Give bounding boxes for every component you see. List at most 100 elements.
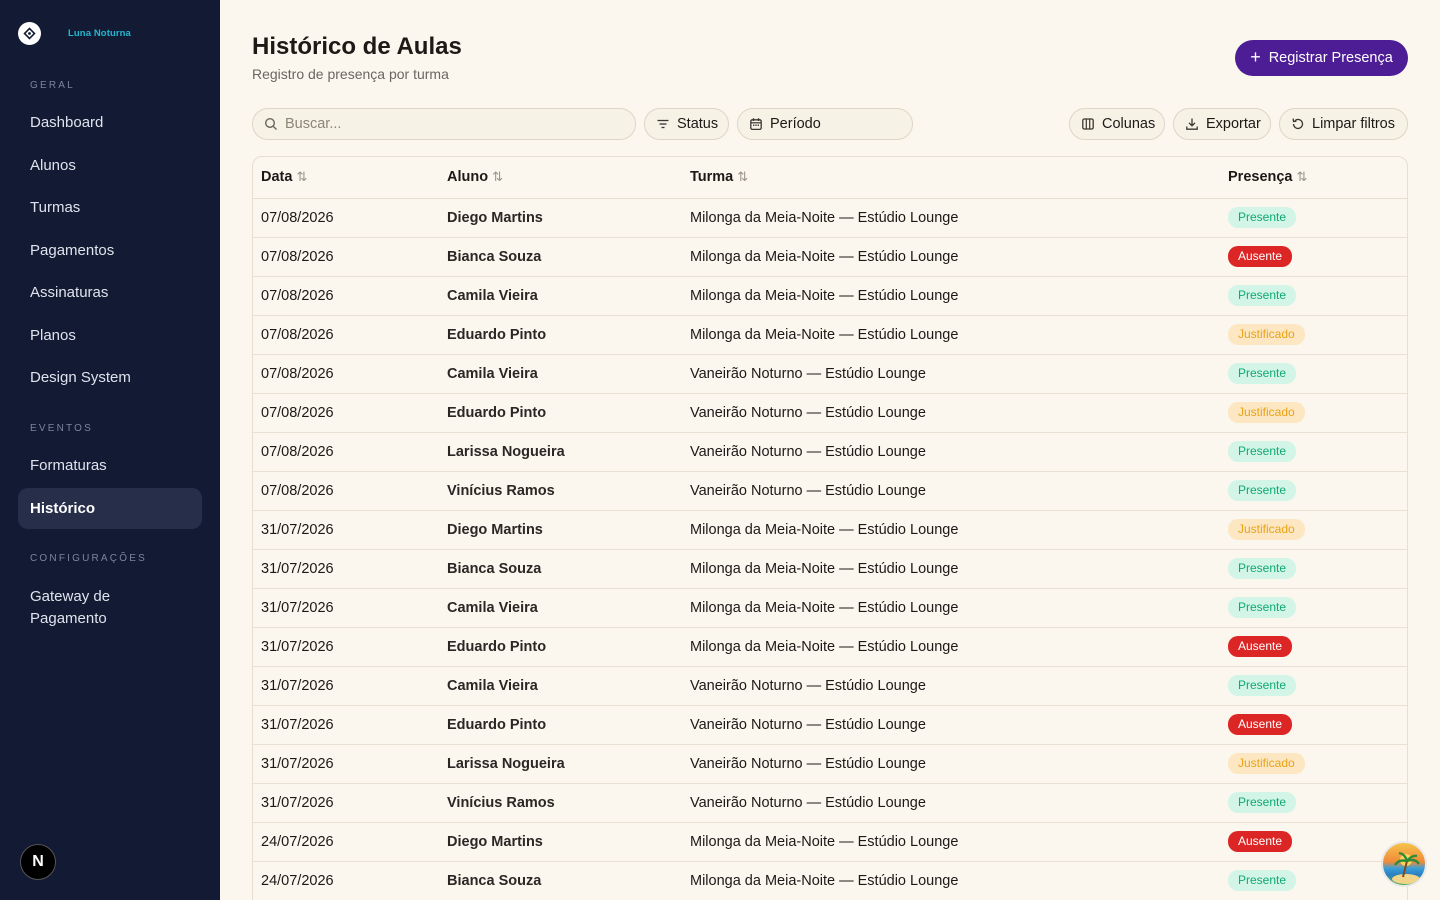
status-badge: Presente <box>1228 441 1297 462</box>
cell-aluno: Vinícius Ramos <box>439 471 682 511</box>
table-row[interactable]: 31/07/2026 Vinícius Ramos Vaneirão Noturno… <box>253 783 1407 823</box>
page-title: Histórico de Aulas <box>252 33 462 60</box>
cell-presenca: Presente <box>1220 198 1407 238</box>
table-row[interactable]: 31/07/2026 Diego Martins Milonga da Meia-N… <box>253 510 1407 550</box>
periodo-filter-button[interactable]: Período <box>737 108 913 140</box>
cell-aluno: Bianca Souza <box>439 549 682 589</box>
table-header-row: Data ⇅ Aluno ⇅ Turma ⇅ Presença ⇅ <box>253 157 1407 199</box>
colunas-button[interactable]: Colunas <box>1069 108 1165 140</box>
columns-icon <box>1082 118 1094 130</box>
exportar-label: Exportar <box>1206 116 1261 132</box>
cell-presenca: Ausente <box>1220 627 1407 667</box>
table-row[interactable]: 07/08/2026 Eduardo Pinto Vaneirão Noturno … <box>253 393 1407 433</box>
cell-data: 31/07/2026 <box>253 588 439 628</box>
cell-turma: Milonga da Meia-Noite — Estúdio Lounge <box>682 276 1220 316</box>
cell-turma: Vaneirão Noturno — Estúdio Lounge <box>682 432 1220 472</box>
search-input[interactable] <box>285 116 605 132</box>
column-header-data[interactable]: Data ⇅ <box>253 157 439 199</box>
cell-data: 31/07/2026 <box>253 744 439 784</box>
table-row[interactable]: 07/08/2026 Camila Vieira Vaneirão Noturno … <box>253 354 1407 394</box>
status-badge: Presente <box>1228 363 1297 384</box>
cell-data: 07/08/2026 <box>253 354 439 394</box>
search-box[interactable] <box>252 108 636 140</box>
table-row[interactable]: 07/08/2026 Larissa Nogueira Vaneirão Notur… <box>253 432 1407 472</box>
status-filter-button[interactable]: Status <box>644 108 729 140</box>
cell-turma: Vaneirão Noturno — Estúdio Lounge <box>682 744 1220 784</box>
status-badge: Ausente <box>1228 246 1293 267</box>
sidebar-item-dashboard[interactable]: Dashboard <box>18 102 202 143</box>
sort-icon: ⇅ <box>737 169 749 185</box>
filter-icon <box>657 119 669 129</box>
table-row[interactable]: 31/07/2026 Eduardo Pinto Vaneirão Noturno … <box>253 705 1407 745</box>
table-row[interactable]: 24/07/2026 Bianca Souza Milonga da Meia-No… <box>253 861 1407 900</box>
table-row[interactable]: 24/07/2026 Diego Martins Milonga da Meia-N… <box>253 822 1407 862</box>
cell-presenca: Ausente <box>1220 822 1407 862</box>
cell-data: 07/08/2026 <box>253 237 439 277</box>
cell-turma: Milonga da Meia-Noite — Estúdio Lounge <box>682 237 1220 277</box>
column-header-aluno[interactable]: Aluno ⇅ <box>439 157 682 199</box>
status-filter-label: Status <box>677 116 719 132</box>
status-badge: Presente <box>1228 870 1297 891</box>
n-badge-icon[interactable]: N <box>20 844 56 880</box>
sidebar: Luna Noturna GERAL Dashboard Alunos Turm… <box>0 0 220 900</box>
cell-turma: Milonga da Meia-Noite — Estúdio Lounge <box>682 588 1220 628</box>
status-badge: Presente <box>1228 285 1297 306</box>
cell-presenca: Presente <box>1220 549 1407 589</box>
brand-logo-icon <box>18 22 41 45</box>
cell-presenca: Ausente <box>1220 705 1407 745</box>
sort-icon: ⇅ <box>296 169 308 185</box>
nav-section-configuracoes: CONFIGURAÇÕES <box>30 553 147 564</box>
user-avatar[interactable] <box>1381 841 1427 887</box>
registrar-presenca-label: Registrar Presença <box>1268 50 1393 66</box>
table-row[interactable]: 31/07/2026 Bianca Souza Milonga da Meia-No… <box>253 549 1407 589</box>
limpar-filtros-button[interactable]: Limpar filtros <box>1279 108 1408 140</box>
column-header-presenca[interactable]: Presença ⇅ <box>1220 157 1407 199</box>
sidebar-item-historico[interactable]: Histórico <box>18 488 202 529</box>
cell-aluno: Camila Vieira <box>439 354 682 394</box>
sidebar-item-gateway-pagamento[interactable]: Gateway de Pagamento <box>18 584 202 632</box>
table-row[interactable]: 07/08/2026 Camila Vieira Milonga da Meia-N… <box>253 276 1407 316</box>
cell-data: 31/07/2026 <box>253 627 439 667</box>
sidebar-item-formaturas[interactable]: Formaturas <box>18 445 202 486</box>
sidebar-item-planos[interactable]: Planos <box>18 315 202 356</box>
cell-aluno: Camila Vieira <box>439 276 682 316</box>
status-badge: Justificado <box>1228 324 1305 345</box>
sidebar-item-alunos[interactable]: Alunos <box>18 145 202 186</box>
cell-presenca: Presente <box>1220 588 1407 628</box>
table-row[interactable]: 31/07/2026 Eduardo Pinto Milonga da Meia-N… <box>253 627 1407 667</box>
sidebar-item-pagamentos[interactable]: Pagamentos <box>18 230 202 271</box>
historico-table: Data ⇅ Aluno ⇅ Turma ⇅ Presença ⇅ 07/08/2026… <box>252 156 1408 900</box>
table-row[interactable]: 07/08/2026 Bianca Souza Milonga da Meia-No… <box>253 237 1407 277</box>
column-header-turma[interactable]: Turma ⇅ <box>682 157 1220 199</box>
download-icon <box>1186 118 1198 130</box>
registrar-presenca-button[interactable]: + Registrar Presença <box>1235 40 1408 76</box>
cell-aluno: Diego Martins <box>439 198 682 238</box>
brand[interactable]: Luna Noturna <box>18 22 131 45</box>
table-row[interactable]: 07/08/2026 Diego Martins Milonga da Meia-N… <box>253 198 1407 238</box>
sidebar-item-turmas[interactable]: Turmas <box>18 187 202 228</box>
status-badge: Ausente <box>1228 636 1293 657</box>
status-badge: Presente <box>1228 558 1297 579</box>
sidebar-item-assinaturas[interactable]: Assinaturas <box>18 272 202 313</box>
table-row[interactable]: 31/07/2026 Camila Vieira Vaneirão Noturno … <box>253 666 1407 706</box>
cell-data: 24/07/2026 <box>253 822 439 862</box>
cell-turma: Vaneirão Noturno — Estúdio Lounge <box>682 393 1220 433</box>
table-row[interactable]: 31/07/2026 Larissa Nogueira Vaneirão Notur… <box>253 744 1407 784</box>
cell-presenca: Justificado <box>1220 744 1407 784</box>
table-row[interactable]: 31/07/2026 Camila Vieira Milonga da Meia-N… <box>253 588 1407 628</box>
cell-data: 31/07/2026 <box>253 705 439 745</box>
cell-turma: Milonga da Meia-Noite — Estúdio Lounge <box>682 510 1220 550</box>
cell-aluno: Larissa Nogueira <box>439 432 682 472</box>
cell-turma: Vaneirão Noturno — Estúdio Lounge <box>682 783 1220 823</box>
cell-presenca: Presente <box>1220 432 1407 472</box>
table-row[interactable]: 07/08/2026 Eduardo Pinto Milonga da Meia-N… <box>253 315 1407 355</box>
nav-section-geral: GERAL <box>30 80 75 91</box>
sidebar-item-design-system[interactable]: Design System <box>18 357 202 398</box>
cell-turma: Milonga da Meia-Noite — Estúdio Lounge <box>682 627 1220 667</box>
exportar-button[interactable]: Exportar <box>1173 108 1271 140</box>
page-subtitle: Registro de presença por turma <box>252 66 449 82</box>
cell-aluno: Bianca Souza <box>439 237 682 277</box>
cell-presenca: Presente <box>1220 354 1407 394</box>
table-row[interactable]: 07/08/2026 Vinícius Ramos Vaneirão Noturno… <box>253 471 1407 511</box>
cell-aluno: Eduardo Pinto <box>439 705 682 745</box>
